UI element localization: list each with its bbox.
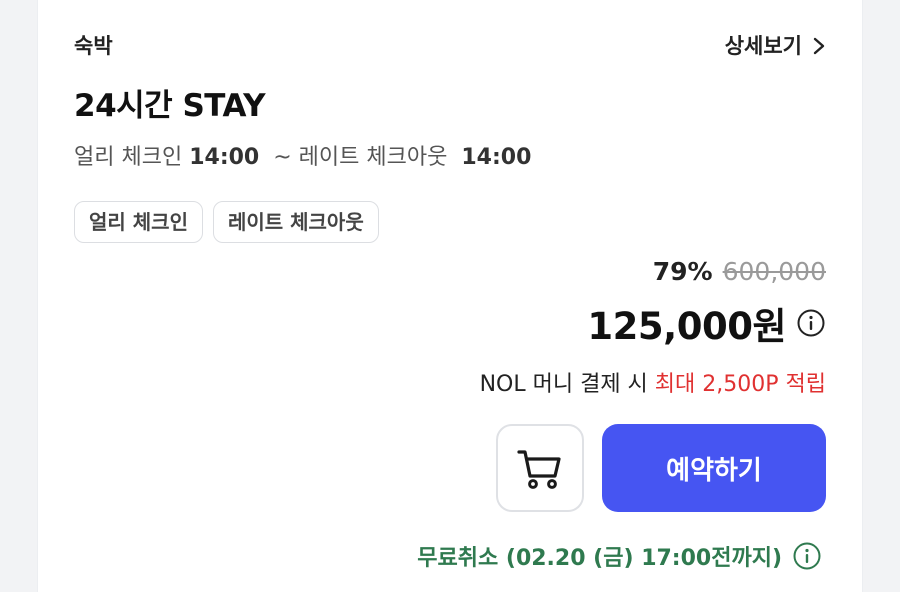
discount-line: 79% 600,000 <box>587 254 826 290</box>
free-cancellation-note: 무료취소 (02.20 (금) 17:00전까지) <box>417 540 822 572</box>
final-price: 125,000원 <box>587 305 786 348</box>
card-header: 숙박 상세보기 <box>74 30 826 62</box>
price-line: 125,000원 <box>587 296 826 350</box>
detail-link[interactable]: 상세보기 <box>725 30 826 62</box>
chevron-right-icon <box>813 37 825 55</box>
points-highlight: 최대 2,500P 적립 <box>654 372 826 397</box>
price-info-icon[interactable] <box>796 308 826 338</box>
tag-late-checkout: 레이트 체크아웃 <box>212 201 379 243</box>
cart-button[interactable] <box>496 424 584 512</box>
price-area: 79% 600,000 125,000원 <box>587 254 826 350</box>
checkin-checkout-times: 얼리 체크인 14:00 ~ 레이트 체크아웃 14:00 <box>74 139 531 171</box>
category-label: 숙박 <box>74 34 113 58</box>
tag-list: 얼리 체크인 레이트 체크아웃 <box>74 201 379 243</box>
tag-early-checkin: 얼리 체크인 <box>74 201 203 243</box>
cancellation-info-icon[interactable] <box>792 541 822 571</box>
time-separator: ~ <box>273 145 292 170</box>
early-checkin-label: 얼리 체크인 <box>74 145 183 170</box>
checkout-time: 14:00 <box>461 145 532 170</box>
detail-link-label: 상세보기 <box>724 34 802 58</box>
checkin-time: 14:00 <box>189 145 260 170</box>
original-price: 600,000 <box>722 257 826 286</box>
cancellation-text: 무료취소 (02.20 (금) 17:00전까지) <box>417 546 782 571</box>
points-info: NOL 머니 결제 시 최대 2,500P 적립 <box>480 366 826 398</box>
cart-icon <box>517 450 561 489</box>
product-card: 숙박 상세보기 24시간 STAY 얼리 체크인 14:00 ~ 레이트 체크아… <box>38 0 862 592</box>
points-prefix: NOL 머니 결제 시 <box>479 372 648 397</box>
discount-rate: 79% <box>652 257 713 286</box>
product-title: 24시간 STAY <box>74 88 266 124</box>
late-checkout-label: 레이트 체크아웃 <box>298 145 448 170</box>
reserve-button[interactable]: 예약하기 <box>602 424 826 512</box>
